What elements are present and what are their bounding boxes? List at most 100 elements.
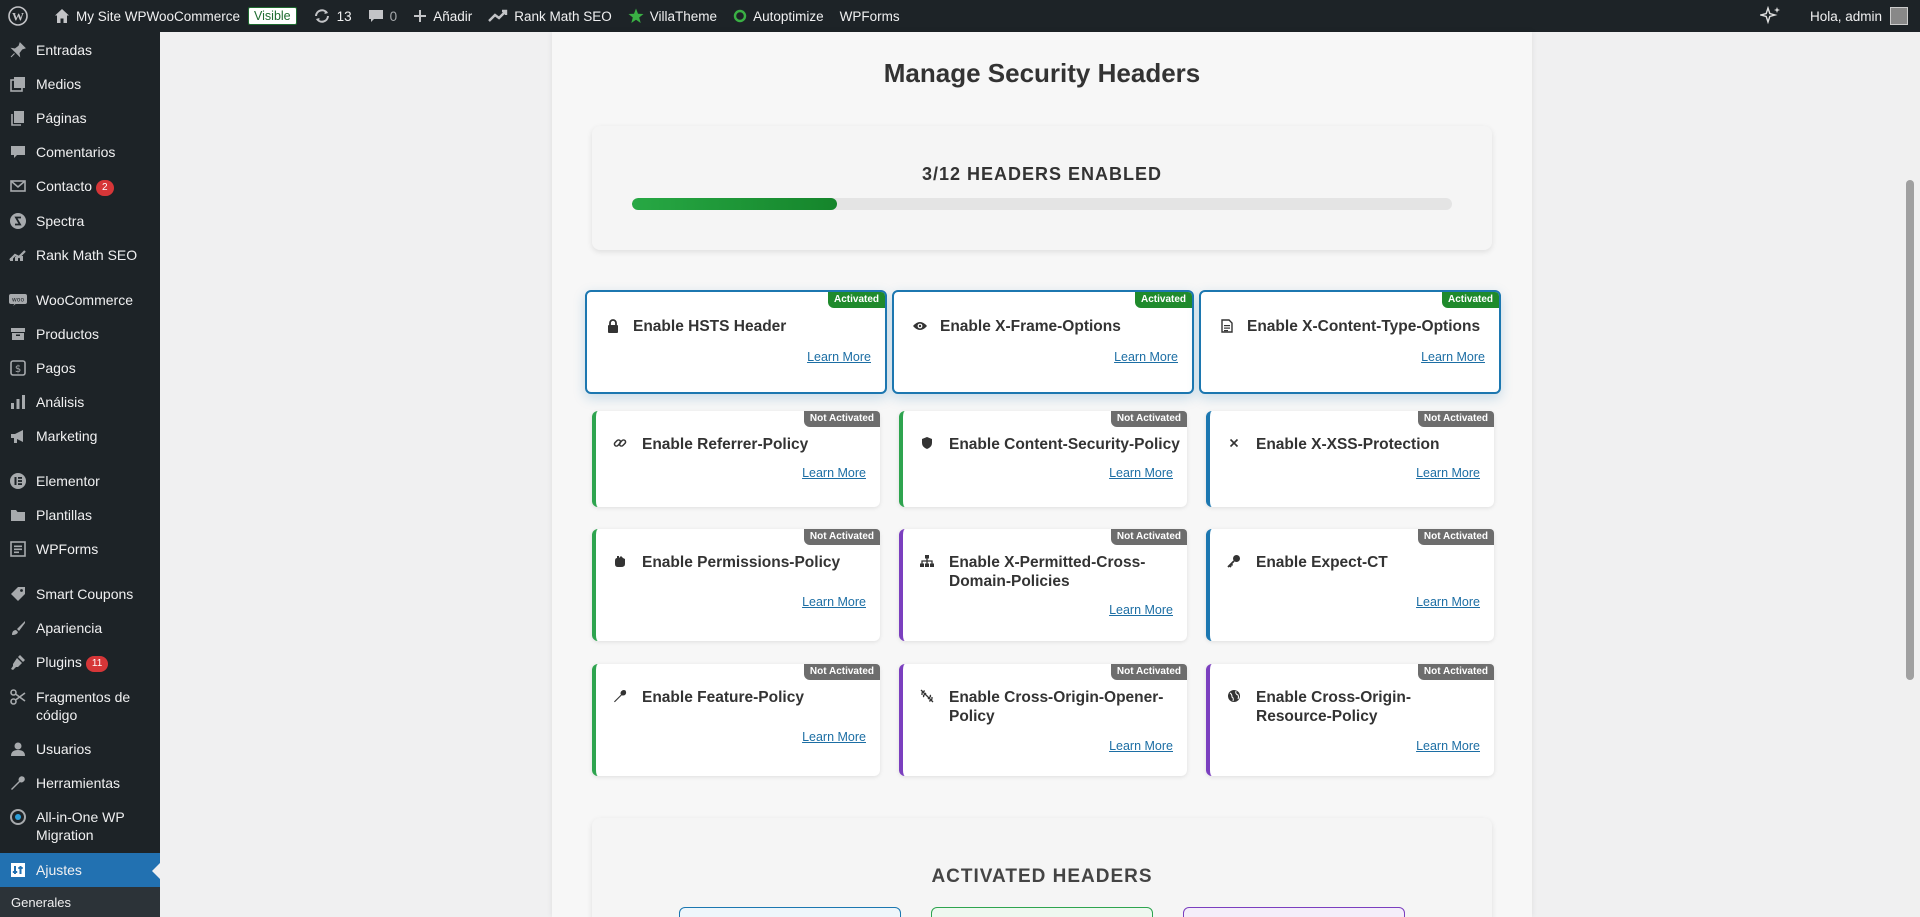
menu-paginas[interactable]: Páginas — [0, 101, 160, 135]
page-title: Manage Security Headers — [883, 58, 1201, 88]
status-badge: Activated — [1441, 292, 1499, 308]
wrench-icon — [9, 774, 27, 792]
svg-text:W: W — [12, 10, 24, 24]
updates-link[interactable]: 13 — [305, 0, 360, 32]
status-badge: Not Activated — [1110, 411, 1187, 427]
villatheme-label: VillaTheme — [649, 8, 718, 24]
villatheme-link[interactable]: VillaTheme — [620, 0, 725, 32]
ai-sparkle-icon[interactable] — [1752, 0, 1802, 32]
globe-icon — [1226, 688, 1242, 704]
menu-usuarios[interactable]: Usuarios — [0, 732, 160, 766]
user-account-menu[interactable]: Hola, admin — [1802, 0, 1920, 32]
status-badge: Not Activated — [803, 411, 880, 427]
sitemap-icon — [919, 553, 935, 569]
learn-more-link[interactable]: Learn More — [802, 595, 866, 609]
header-card-cross-origin-resource-policy[interactable]: Not Activated Enable Cross-Origin-Resour… — [1206, 664, 1494, 776]
activated-header-item — [1183, 907, 1405, 917]
updates-icon — [314, 9, 329, 23]
menu-marketing[interactable]: Marketing — [0, 419, 160, 453]
menu-spectra[interactable]: Spectra — [0, 204, 160, 238]
site-name-link[interactable]: My Site WPWooCommerce Visible — [42, 0, 305, 32]
menu-plugins[interactable]: Plugins 11 — [0, 645, 160, 680]
status-badge: Not Activated — [803, 664, 880, 680]
learn-more-link[interactable]: Learn More — [802, 466, 866, 480]
status-circle-icon — [733, 9, 747, 23]
progress-label: 3/12 HEADERS ENABLED — [921, 164, 1163, 184]
comments-link[interactable]: 0 — [360, 0, 406, 32]
autoptimize-label: Autoptimize — [753, 8, 824, 24]
admin-bar: W My Site WPWooCommerce Visible 13 0 Aña… — [0, 0, 1920, 32]
scrollbar-thumb[interactable] — [1906, 180, 1914, 680]
menu-elementor[interactable]: Elementor — [0, 464, 160, 498]
learn-more-link[interactable]: Learn More — [807, 350, 871, 364]
card-title: Enable HSTS Header — [633, 318, 787, 335]
header-card-permissions-policy[interactable]: Not Activated Enable Permissions-Policy … — [592, 529, 880, 641]
menu-herramientas[interactable]: Herramientas — [0, 766, 160, 800]
hand-icon — [612, 553, 628, 569]
header-card-x-frame-options[interactable]: Activated Enable X-Frame-Options Learn M… — [892, 290, 1194, 394]
menu-productos[interactable]: Productos — [0, 317, 160, 351]
status-badge: Activated — [827, 292, 885, 308]
rankmath-link[interactable]: Rank Math SEO — [480, 0, 620, 32]
link-icon — [612, 435, 628, 451]
main-content: Manage Security Headers 3/12 HEADERS ENA… — [160, 32, 1900, 917]
learn-more-link[interactable]: Learn More — [1114, 350, 1178, 364]
learn-more-link[interactable]: Learn More — [1416, 466, 1480, 480]
header-card-expect-ct[interactable]: Not Activated Enable Expect-CT Learn Mor… — [1206, 529, 1494, 641]
submenu-generales[interactable]: Generales — [0, 887, 160, 917]
learn-more-link[interactable]: Learn More — [1416, 595, 1480, 609]
shield-icon — [919, 435, 935, 451]
chart-icon — [9, 393, 27, 411]
autoptimize-link[interactable]: Autoptimize — [725, 0, 832, 32]
learn-more-link[interactable]: Learn More — [802, 730, 866, 744]
learn-more-link[interactable]: Learn More — [1109, 603, 1173, 617]
key-icon — [1226, 553, 1242, 569]
learn-more-link[interactable]: Learn More — [1416, 739, 1480, 753]
menu-woocommerce[interactable]: woo WooCommerce — [0, 283, 160, 317]
status-badge: Activated — [1134, 292, 1192, 308]
menu-wpforms[interactable]: WPForms — [0, 532, 160, 566]
new-label: Añadir — [433, 8, 473, 24]
menu-pagos[interactable]: $ Pagos — [0, 351, 160, 385]
avatar — [1890, 7, 1908, 25]
menu-apariencia[interactable]: Apariencia — [0, 611, 160, 645]
wpforms-link[interactable]: WPForms — [832, 0, 908, 32]
admin-sidebar: Entradas Medios Páginas Comentarios Cont… — [0, 32, 160, 917]
menu-comentarios[interactable]: Comentarios — [0, 135, 160, 169]
megaphone-icon — [9, 427, 27, 445]
star-icon — [628, 8, 644, 23]
eye-icon — [912, 318, 928, 334]
card-title: Enable X-XSS-Protection — [1256, 436, 1440, 453]
learn-more-link[interactable]: Learn More — [1109, 739, 1173, 753]
menu-analisis[interactable]: Análisis — [0, 385, 160, 419]
menu-medios[interactable]: Medios — [0, 67, 160, 101]
header-card-x-xss-protection[interactable]: Not Activated Enable X-XSS-Protection Le… — [1206, 411, 1494, 507]
progress-bar — [632, 198, 1452, 210]
header-card-content-security-policy[interactable]: Not Activated Enable Content-Security-Po… — [899, 411, 1187, 507]
header-card-feature-policy[interactable]: Not Activated Enable Feature-Policy Lear… — [592, 664, 880, 776]
svg-text:$: $ — [15, 364, 21, 375]
new-content-link[interactable]: Añadir — [405, 0, 480, 32]
wordpress-logo-icon[interactable]: W — [0, 0, 42, 32]
menu-all-in-one-migration[interactable]: All-in-One WP Migration — [0, 800, 160, 852]
menu-rankmath[interactable]: Rank Math SEO — [0, 238, 160, 272]
header-card-referrer-policy[interactable]: Not Activated Enable Referrer-Policy Lea… — [592, 411, 880, 507]
plus-icon — [414, 10, 427, 22]
menu-entradas[interactable]: Entradas — [0, 40, 160, 67]
plugin-icon — [9, 653, 27, 671]
learn-more-link[interactable]: Learn More — [1421, 350, 1485, 364]
money-icon: $ — [9, 359, 27, 377]
page-scrollbar[interactable] — [1900, 32, 1920, 917]
header-card-cross-origin-opener-policy[interactable]: Not Activated Enable Cross-Origin-Opener… — [899, 664, 1187, 776]
settings-icon — [9, 861, 27, 879]
header-card-x-permitted-cross-domain-policies[interactable]: Not Activated Enable X-Permitted-Cross-D… — [899, 529, 1187, 641]
menu-plantillas[interactable]: Plantillas — [0, 498, 160, 532]
menu-smart-coupons[interactable]: Smart Coupons — [0, 577, 160, 611]
learn-more-link[interactable]: Learn More — [1109, 466, 1173, 480]
menu-fragmentos[interactable]: Fragmentos de código — [0, 680, 160, 732]
menu-contacto[interactable]: Contacto 2 — [0, 169, 160, 204]
menu-ajustes[interactable]: Ajustes — [0, 853, 160, 887]
header-card-x-content-type-options[interactable]: Activated Enable X-Content-Type-Options … — [1199, 290, 1501, 394]
pages-icon — [9, 109, 27, 127]
header-card-hsts[interactable]: Activated Enable HSTS Header Learn More — [585, 290, 887, 394]
